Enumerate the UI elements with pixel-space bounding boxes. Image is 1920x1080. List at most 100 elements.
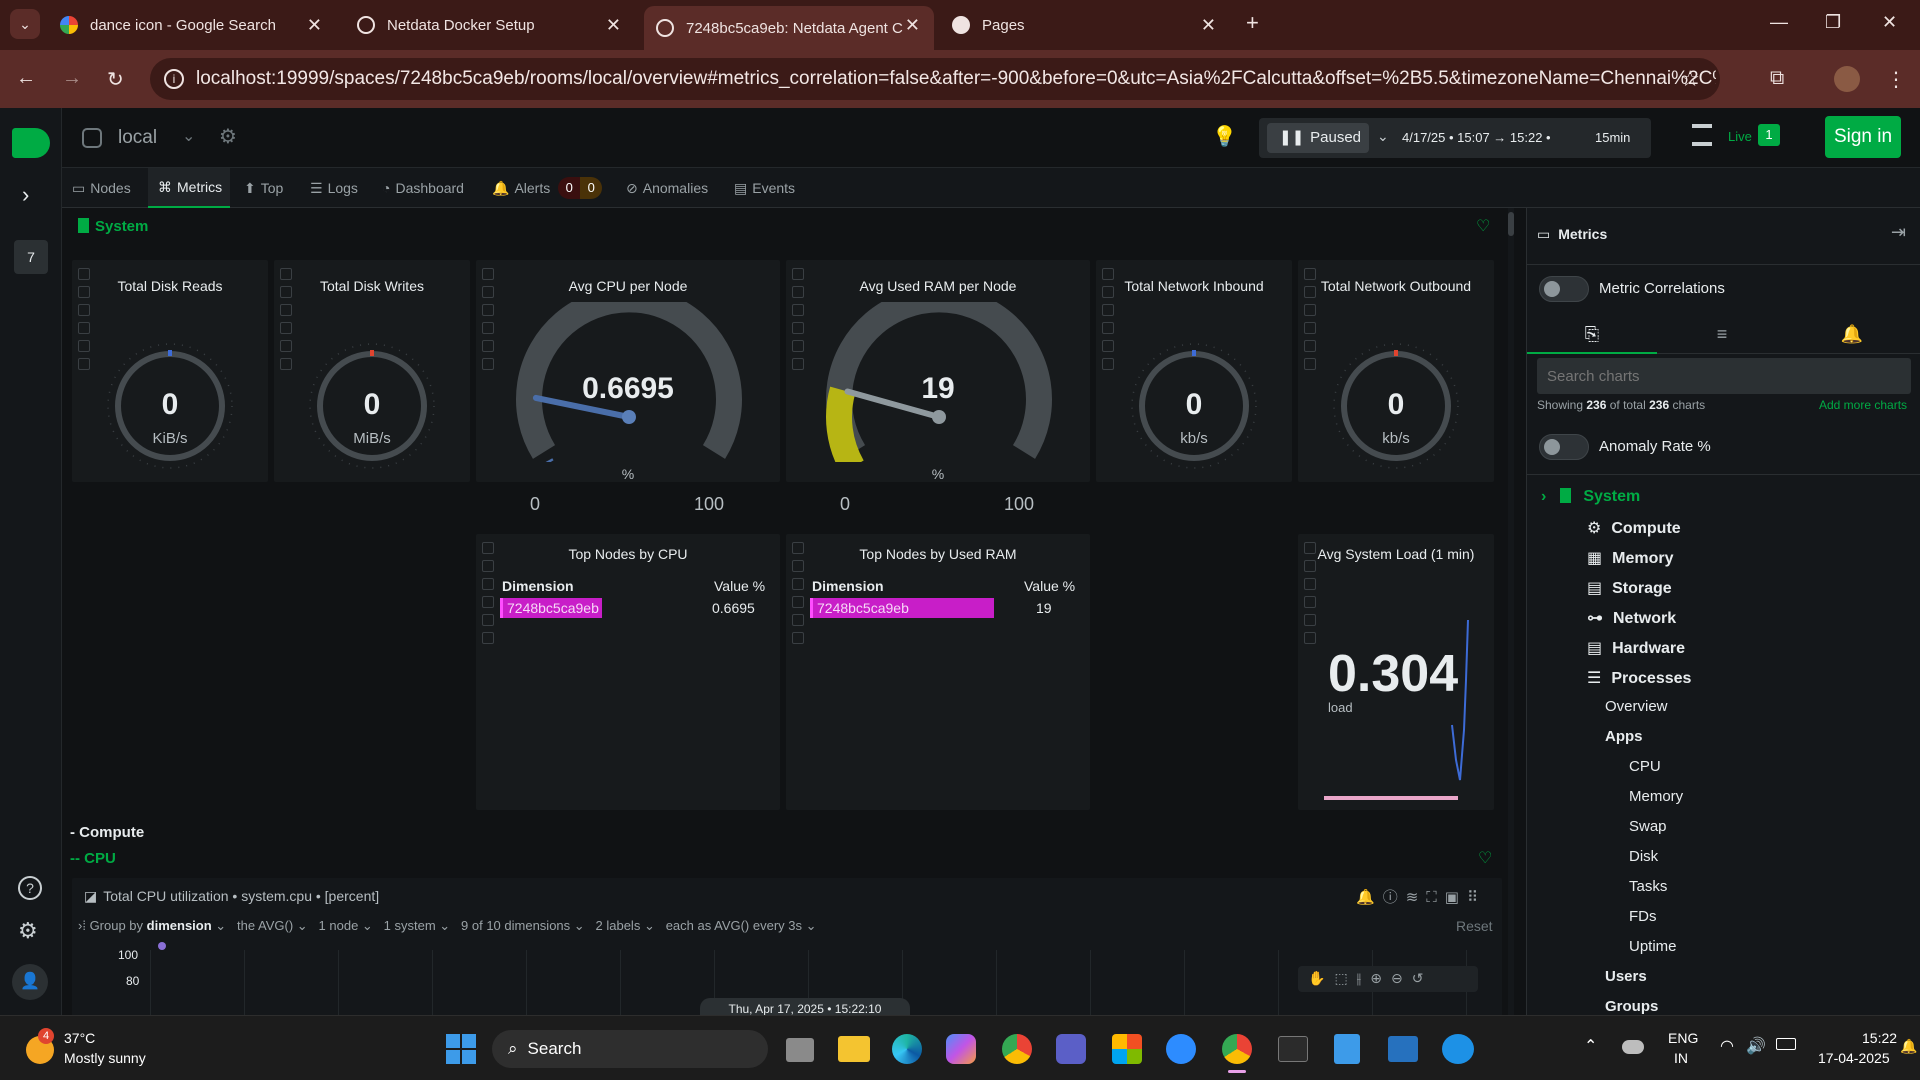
tab-metrics[interactable]: ⌘ Metrics: [148, 168, 230, 208]
space-badge[interactable]: 7: [14, 240, 48, 274]
tree-item-overview[interactable]: Overview: [1605, 698, 1668, 715]
alerts-critical-badge[interactable]: 0: [558, 177, 581, 199]
site-info-icon[interactable]: i: [164, 69, 184, 89]
highlight-icon[interactable]: ⫲: [1357, 970, 1371, 986]
paused-button[interactable]: ❚❚ Paused: [1267, 123, 1369, 153]
labels-filter[interactable]: 2 labels ⌄: [596, 918, 655, 933]
tab-alerts[interactable]: 🔔 Alerts 0 0: [492, 168, 603, 208]
new-tab-button[interactable]: +: [1246, 10, 1259, 36]
alerts-warning-badge[interactable]: 0: [580, 177, 603, 199]
cpu-heart-icon[interactable]: ♡: [1478, 848, 1492, 868]
bookmark-star-icon[interactable]: ☆: [1680, 66, 1700, 92]
tree-item-hardware[interactable]: ▤ Hardware: [1587, 638, 1685, 658]
info-icon[interactable]: ⓘ: [1383, 889, 1406, 906]
alert-bell-icon[interactable]: 🔔: [1356, 889, 1383, 906]
clock-time[interactable]: 15:22: [1862, 1030, 1897, 1046]
weather-desc[interactable]: Mostly sunny: [64, 1050, 146, 1066]
close-tab-icon[interactable]: ✕: [1201, 15, 1216, 36]
fullscreen-icon[interactable]: ⛶: [1426, 889, 1445, 906]
tree-item-users[interactable]: Users: [1605, 968, 1647, 985]
node-bar[interactable]: 7248bc5ca9eb: [500, 598, 602, 618]
notepad-icon[interactable]: [1334, 1034, 1360, 1064]
chrome-icon[interactable]: [1002, 1034, 1032, 1064]
notification-icon[interactable]: 🔔: [1900, 1038, 1917, 1055]
close-tab-icon[interactable]: ✕: [307, 15, 322, 36]
save-icon[interactable]: ▣: [1445, 889, 1467, 906]
language-indicator[interactable]: ENG: [1668, 1030, 1698, 1046]
browser-tab-google[interactable]: dance icon - Google Search ✕: [48, 6, 336, 44]
zoom-out-icon[interactable]: ⊖: [1391, 970, 1412, 986]
profile-avatar[interactable]: [1834, 66, 1860, 92]
time-range[interactable]: 4/17/25 • 15:07 → 15:22 •: [1402, 130, 1551, 145]
select-area-icon[interactable]: ⬚: [1334, 970, 1356, 986]
live-count-badge[interactable]: 1: [1758, 124, 1780, 146]
tab-events[interactable]: ▤ Events: [734, 168, 795, 208]
taskbar-search[interactable]: ⌕ Search: [492, 1030, 768, 1068]
add-more-charts-link[interactable]: Add more charts: [1819, 398, 1907, 412]
tab-anomalies[interactable]: ⊘ Anomalies: [626, 168, 708, 208]
node-bar[interactable]: 7248bc5ca9eb: [810, 598, 994, 618]
copilot-icon[interactable]: [946, 1034, 976, 1064]
store-icon[interactable]: [1112, 1034, 1142, 1064]
drag-handle-icon[interactable]: ⠿: [1467, 889, 1486, 906]
pan-hand-icon[interactable]: ✋: [1308, 970, 1334, 986]
expand-icon[interactable]: ›: [22, 182, 29, 208]
reload-icon[interactable]: ↻: [107, 67, 124, 92]
terminal-icon[interactable]: [1278, 1036, 1308, 1062]
tree-item-apps-cpu[interactable]: CPU: [1629, 758, 1661, 775]
tree-item-apps-uptime[interactable]: Uptime: [1629, 938, 1677, 955]
powershell-icon[interactable]: [1388, 1036, 1418, 1062]
heart-icon[interactable]: ♡: [1476, 216, 1490, 236]
close-tab-icon[interactable]: ✕: [606, 15, 621, 36]
chart-type-icon[interactable]: ≋: [1406, 889, 1427, 906]
anomaly-rate-toggle[interactable]: [1539, 434, 1589, 460]
volume-icon[interactable]: 🔊: [1746, 1036, 1766, 1056]
theme-bulb-icon[interactable]: 💡: [1212, 124, 1237, 149]
tree-item-apps-swap[interactable]: Swap: [1629, 818, 1667, 835]
search-charts-input[interactable]: [1537, 358, 1911, 394]
tree-item-storage[interactable]: ▤ Storage: [1587, 578, 1672, 598]
room-settings-icon[interactable]: ⚙: [219, 124, 237, 149]
tab-charts[interactable]: ⎘: [1527, 314, 1657, 354]
nodes-list-icon[interactable]: [1692, 124, 1712, 146]
browser-tab-netdata-docker[interactable]: Netdata Docker Setup ✕: [345, 6, 635, 44]
start-windows-icon[interactable]: [446, 1034, 476, 1064]
extensions-icon[interactable]: ⧉: [1770, 67, 1784, 90]
dimensions-filter[interactable]: 9 of 10 dimensions ⌄: [461, 918, 585, 933]
browser-tab-netdata-agent[interactable]: 7248bc5ca9eb: Netdata Agent C ✕: [644, 6, 934, 50]
battery-icon[interactable]: [1776, 1038, 1796, 1050]
chrome-active-icon[interactable]: [1222, 1034, 1252, 1064]
tree-item-system[interactable]: › System: [1541, 488, 1640, 506]
tree-item-processes[interactable]: ☰ Processes: [1587, 668, 1691, 688]
paused-dropdown-icon[interactable]: ⌄: [1377, 128, 1389, 145]
region-indicator[interactable]: IN: [1674, 1050, 1688, 1066]
collapse-panel-icon[interactable]: ⇥: [1891, 222, 1906, 243]
time-agg-filter[interactable]: each as AVG() every 3s ⌄: [666, 918, 817, 933]
forward-icon[interactable]: →: [62, 67, 82, 90]
close-window-icon[interactable]: ✕: [1882, 12, 1897, 33]
nodes-filter[interactable]: 1 node ⌄: [319, 918, 373, 933]
tray-chevron-icon[interactable]: ⌃: [1584, 1036, 1597, 1056]
task-view-icon[interactable]: [786, 1038, 814, 1062]
tab-logs[interactable]: ☰ Logs: [310, 168, 358, 208]
aggregation-filter[interactable]: the AVG() ⌄: [237, 918, 308, 933]
netdata-logo[interactable]: [12, 128, 50, 158]
browser-tab-pages[interactable]: Pages ✕: [940, 6, 1230, 44]
wifi-icon[interactable]: ◠: [1720, 1036, 1734, 1056]
main-scrollbar[interactable]: [1508, 208, 1514, 1015]
group-by-filter[interactable]: ›⁞ Group by dimension ⌄: [78, 918, 226, 933]
tree-item-apps-tasks[interactable]: Tasks: [1629, 878, 1667, 895]
onedrive-icon[interactable]: [1622, 1040, 1644, 1054]
tab-nodes[interactable]: ▭ Nodes: [72, 168, 142, 208]
zoom-in-icon[interactable]: ⊕: [1370, 970, 1391, 986]
tab-list-button[interactable]: ⌄: [10, 9, 40, 39]
room-dropdown-icon[interactable]: ⌄: [182, 126, 195, 146]
restore-icon[interactable]: ❐: [1825, 12, 1841, 33]
tree-item-memory[interactable]: ▦ Memory: [1587, 548, 1673, 568]
tab-filters[interactable]: ≡: [1657, 314, 1787, 354]
tree-item-apps[interactable]: Apps: [1605, 728, 1643, 745]
docker-icon[interactable]: [1442, 1034, 1474, 1064]
reset-button[interactable]: Reset: [1456, 918, 1493, 934]
sign-in-button[interactable]: Sign in: [1825, 116, 1901, 158]
systems-filter[interactable]: 1 system ⌄: [384, 918, 451, 933]
